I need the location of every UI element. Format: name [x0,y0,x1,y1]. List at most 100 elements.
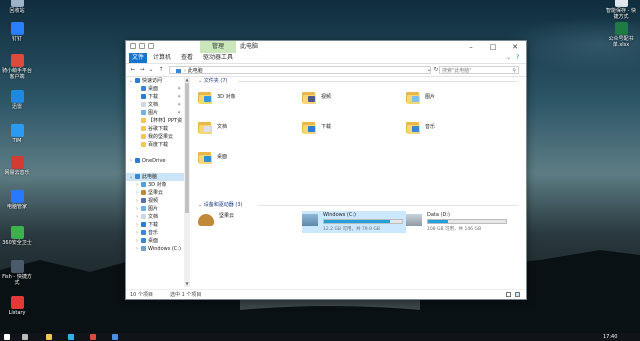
music-icon [10,156,24,169]
sidebar-item[interactable]: › 下载 [126,221,184,229]
search-input[interactable]: 搜索"此电脑" ⚲ [439,66,519,74]
undo-icon[interactable] [148,43,154,49]
desktop-shortcut[interactable]: 迅雷 [0,90,34,110]
desktop-folder-icon [141,238,146,243]
sidebar-item[interactable]: ⌄ 此电脑 [126,173,184,181]
folder-badge [308,126,315,132]
title-bar[interactable]: 管理 此电脑 – □ ✕ [126,41,526,53]
folder-item[interactable]: 下载 [302,119,392,137]
folders-group-header[interactable]: ⌄ 文件夹 (7) [198,77,518,85]
folder-item[interactable]: 文档 [198,119,288,137]
sidebar-item[interactable]: › 图片 [126,205,184,213]
sidebar-item[interactable]: 【杯杯】PPT资 [126,117,184,125]
sidebar-item[interactable]: › 桌面 [126,237,184,245]
app-taskbar-icon[interactable] [112,334,118,340]
minimize-button[interactable]: – [460,41,482,53]
desktop-shortcut[interactable]: Fish - 快捷方 式 [0,260,34,286]
recent-locations-icon[interactable]: ⌄ [147,66,155,74]
close-button[interactable]: ✕ [504,41,526,53]
sidebar-item[interactable]: › 坚果云 [126,189,184,197]
navigation-scrollbar[interactable]: ▲ ▼ [184,77,190,287]
sidebar-item[interactable]: 下载 ✶ [126,93,184,101]
desktop-shortcut[interactable]: 智能保存 - 快 捷方式 [604,0,638,20]
chevron-right-icon[interactable]: › [128,157,134,165]
details-view-icon[interactable] [506,292,511,297]
drive-item[interactable]: Windows (C:) 12.2 GB 可用，共 79.9 GB [302,211,406,233]
folder-item[interactable]: 桌面 [198,149,288,167]
chevron-right-icon[interactable]: › [134,213,140,221]
desktop-shortcut[interactable]: TIM [0,124,34,144]
folder-item[interactable]: 图片 [406,89,496,107]
chevron-down-icon[interactable]: ⌄ [128,77,134,85]
desktop-shortcut-label: 骑小萌手平台 客户端 [1,68,32,80]
app-taskbar-icon[interactable] [90,334,96,340]
sidebar-item[interactable]: › 3D 对象 [126,181,184,189]
tab-computer[interactable]: 计算机 [153,53,171,63]
desktop-shortcut[interactable]: 钉钉 [0,22,34,42]
expand-ribbon-icon[interactable]: ⌄ [506,53,511,63]
drive-icon [141,246,146,251]
folder-item[interactable]: 视频 [302,89,392,107]
desktop-shortcut[interactable]: 网易云音乐 [0,156,34,176]
chevron-right-icon[interactable]: › [134,189,140,197]
properties-icon[interactable] [130,43,136,49]
address-bar[interactable]: › 此电脑 [169,66,431,74]
forward-icon[interactable]: → [138,66,146,74]
breadcrumb[interactable]: 此电脑 [188,68,203,74]
sidebar-item[interactable]: 桌面 ✶ [126,85,184,93]
task-view-icon[interactable] [22,334,28,340]
sidebar-item[interactable]: 谷歌下载 [126,125,184,133]
chevron-right-icon[interactable]: › [134,197,140,205]
tab-drive-tools[interactable]: 驱动器工具 [203,53,233,63]
sidebar-item[interactable]: ⌄ 快速访问 [126,77,184,85]
maximize-button[interactable]: □ [482,41,504,53]
sidebar-item[interactable]: 我的坚果云 [126,133,184,141]
sidebar-item[interactable]: 百度下载 [126,141,184,149]
up-icon[interactable]: ↑ [157,66,165,74]
browser-taskbar-icon[interactable] [68,334,74,340]
desktop-folder-icon [141,86,146,91]
desktop-shortcut[interactable]: 360安全卫士 [0,226,34,246]
navigation-pane[interactable]: ⌄ 快速访问 桌面 ✶ 下载 ✶ 文档 ✶ 图片 ✶ 【杯杯】PPT资 谷歌下载 我的坚果云 百度下载 › O… [126,77,184,287]
folder-item[interactable]: 音乐 [406,119,496,137]
clock[interactable]: 17:40 [603,333,617,341]
sidebar-item[interactable]: 文档 ✶ [126,101,184,109]
chevron-down-icon[interactable]: ⌄ [128,173,134,181]
sidebar-item-label: 我的坚果云 [148,134,174,140]
drive-item[interactable]: 坚果云 [198,211,288,233]
tab-manage[interactable]: 管理 [200,41,236,53]
content-pane[interactable]: ⌄ 文件夹 (7) ⌄ 设备和驱动器 (3) 3D 对象 视频 图片文档 下载 音乐桌面… [192,77,522,287]
back-icon[interactable]: ← [129,66,137,74]
scroll-down-icon[interactable]: ▼ [184,281,190,287]
desktop-shortcut[interactable]: 回收站 [0,0,34,14]
scrollbar-thumb[interactable] [185,83,189,213]
file-explorer-window[interactable]: 管理 此电脑 – □ ✕ 文件 计算机 查看 驱动器工具 ⌄ ? ← → ⌄ ↑… [125,40,527,300]
desktop-shortcut[interactable]: 公众号配书 单.xlsx [604,22,638,48]
desktop-shortcut[interactable]: Listary [0,296,34,316]
large-icons-view-icon[interactable] [515,292,520,297]
chevron-right-icon[interactable]: › [134,205,140,213]
sidebar-item[interactable]: › 文档 [126,213,184,221]
drive-item[interactable]: Data (D:) 108 GB 可用，共 146 GB [406,211,510,233]
devices-group-header[interactable]: ⌄ 设备和驱动器 (3) [198,201,518,209]
desktop-shortcut[interactable]: 电脑管家 [0,190,34,210]
desktop-shortcut[interactable]: 骑小萌手平台 客户端 [0,54,34,80]
chevron-right-icon[interactable]: › [134,237,140,245]
sidebar-item[interactable]: › 音乐 [126,229,184,237]
help-icon[interactable]: ? [516,53,519,63]
sidebar-item[interactable]: › OneDrive [126,157,184,165]
file-explorer-taskbar-icon[interactable] [46,334,52,340]
tab-view[interactable]: 查看 [181,53,193,63]
sidebar-item[interactable]: 图片 ✶ [126,109,184,117]
sidebar-item[interactable]: › Windows (C:) [126,245,184,253]
new-folder-icon[interactable] [139,43,145,49]
folder-item[interactable]: 3D 对象 [198,89,288,107]
chevron-right-icon[interactable]: › [134,181,140,189]
recycle-bin-icon [10,0,24,7]
tab-file[interactable]: 文件 [129,53,147,63]
chevron-right-icon[interactable]: › [134,229,140,237]
sidebar-item[interactable]: › 视频 [126,197,184,205]
chevron-right-icon[interactable]: › [134,221,140,229]
chevron-right-icon[interactable]: › [134,245,140,253]
start-icon[interactable] [4,334,10,340]
